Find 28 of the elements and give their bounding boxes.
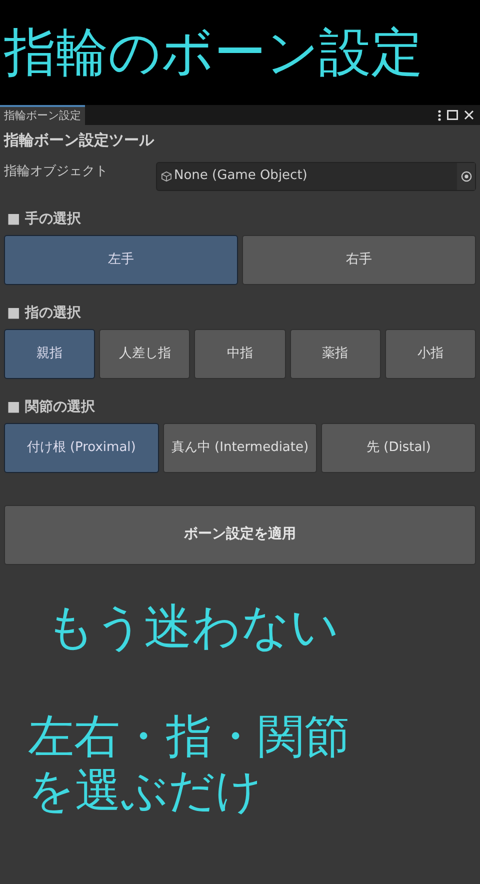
field-label: 指輪オブジェクト [4, 162, 109, 180]
option-button[interactable]: 人差し指 [99, 328, 190, 378]
option-button[interactable]: 右手 [242, 234, 476, 284]
maximize-icon[interactable] [447, 110, 458, 120]
apply-button[interactable]: ボーン設定を適用 [4, 504, 476, 564]
option-button[interactable]: 中指 [194, 328, 286, 378]
cube-icon [161, 170, 172, 182]
option-button[interactable]: 左手 [4, 234, 238, 284]
more-icon[interactable] [438, 110, 441, 120]
close-icon[interactable] [464, 110, 474, 120]
section-heading: ■ 手の選択 [7, 210, 82, 228]
option-button[interactable]: 付け根 (Proximal) [4, 422, 159, 472]
tool-title: 指輪ボーン設定ツール [4, 130, 156, 151]
promo-caption: もう迷わない [46, 602, 340, 650]
field-value: None (Game Object) [174, 167, 308, 186]
promo-caption: を選ぶだけ [28, 766, 263, 812]
option-button[interactable]: 薬指 [290, 328, 381, 378]
promo-caption: 左右・指・関節 [28, 712, 351, 758]
option-button[interactable]: 真ん中 (Intermediate) [162, 422, 318, 472]
option-button[interactable]: 先 (Distal) [321, 422, 476, 472]
object-field[interactable]: None (Game Object) [156, 162, 476, 190]
banner-title: 指輪のボーン設定 [4, 26, 423, 78]
option-button[interactable]: 親指 [4, 328, 96, 378]
section-heading: ■ 指の選択 [7, 304, 82, 322]
target-icon[interactable] [460, 170, 472, 182]
option-button[interactable]: 小指 [384, 328, 476, 378]
window-tab[interactable]: 指輪ボーン設定 [0, 105, 85, 125]
section-heading: ■ 関節の選択 [7, 398, 96, 416]
